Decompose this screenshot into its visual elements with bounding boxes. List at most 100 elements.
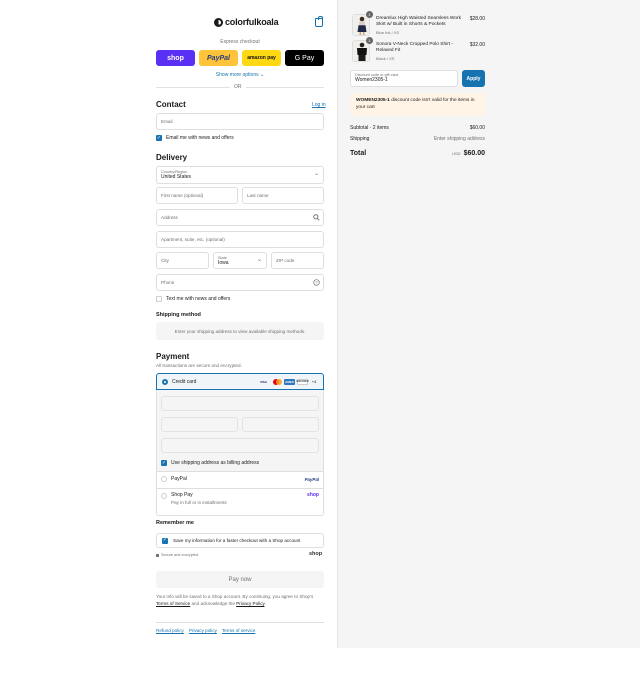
login-link[interactable]: Log in bbox=[312, 102, 326, 108]
shop-pay-option[interactable]: Shop Pay Pay in full or in installments … bbox=[161, 492, 319, 505]
subtotal-value: $60.00 bbox=[469, 125, 485, 131]
pay-now-button[interactable]: Pay now bbox=[156, 571, 324, 588]
billing-label: Use shipping address as billing address bbox=[171, 460, 260, 466]
total-value: $60.00 bbox=[463, 150, 485, 157]
or-label: OR bbox=[230, 84, 246, 90]
skirt-image bbox=[353, 15, 369, 35]
fine-print-text-2: and acknowledge the bbox=[191, 601, 235, 606]
shop-pay-sub: Pay in full or in installments bbox=[171, 500, 227, 505]
item-price: $28.00 bbox=[469, 16, 485, 22]
apply-button[interactable]: Apply bbox=[462, 70, 485, 87]
footer-links: Refund policy Privacy policy Terms of se… bbox=[156, 628, 255, 633]
secure-label: Secure and encrypted bbox=[161, 553, 199, 557]
email-field[interactable]: Email bbox=[156, 113, 324, 130]
svg-text:?: ? bbox=[315, 280, 318, 285]
credit-card-label: Credit card bbox=[172, 378, 197, 385]
billing-address-row[interactable]: ✓ Use shipping address as billing addres… bbox=[161, 460, 259, 466]
text-news-checkbox[interactable] bbox=[156, 296, 162, 302]
total-row: Total USD $60.00 bbox=[350, 150, 485, 157]
shop-pay-label: Shop Pay bbox=[171, 492, 193, 498]
refund-policy-link[interactable]: Refund policy bbox=[156, 628, 184, 633]
credit-card-option[interactable]: Credit card VISA AMEX DISCOVER +4 bbox=[156, 373, 324, 390]
first-name-field[interactable]: First name (optional) bbox=[156, 187, 238, 204]
chevron-down-icon: ⌄ bbox=[314, 171, 320, 177]
divider bbox=[157, 471, 323, 472]
secure-row: Secure and encrypted bbox=[156, 553, 198, 557]
shop-pay-radio[interactable] bbox=[161, 493, 167, 499]
quantity-badge: 1 bbox=[366, 11, 373, 18]
text-news-row[interactable]: Text me with news and offers bbox=[156, 296, 230, 302]
privacy-link[interactable]: Privacy Policy bbox=[236, 601, 264, 606]
card-fields-area bbox=[157, 390, 323, 471]
save-info-label: Save my information for a faster checkou… bbox=[173, 538, 301, 543]
item-variant: Blue Ink / XS bbox=[376, 30, 400, 35]
privacy-policy-link[interactable]: Privacy policy bbox=[189, 628, 217, 633]
brand-name: colorfulkoala bbox=[225, 17, 279, 27]
paypal-option[interactable]: PayPal PayPal bbox=[161, 476, 319, 482]
fine-print: Your info will be saved to a Shop accoun… bbox=[156, 593, 324, 607]
shop-pay-logo: shop bbox=[307, 492, 319, 498]
card-number-field[interactable] bbox=[161, 396, 319, 411]
terms-of-service-link[interactable]: Terms of service bbox=[222, 628, 255, 633]
delivery-heading: Delivery bbox=[156, 153, 188, 162]
country-value: United States bbox=[161, 174, 192, 180]
currency-label: USD bbox=[452, 151, 461, 156]
city-field[interactable]: City bbox=[156, 252, 209, 269]
discount-code-value: Women2305-1 bbox=[355, 77, 388, 83]
shipping-placeholder: Enter your shipping address to view avai… bbox=[156, 322, 324, 340]
email-news-row[interactable]: ✓ Email me with news and offers bbox=[156, 135, 234, 141]
shipping-value: Enter shipping address bbox=[433, 136, 485, 142]
payment-subtitle: All transactions are secure and encrypte… bbox=[156, 363, 242, 368]
save-info-checkbox[interactable]: ✓ bbox=[162, 537, 168, 544]
shop-logo: shop bbox=[309, 551, 323, 557]
phone-field[interactable]: Phone bbox=[156, 274, 324, 291]
fine-print-end: . bbox=[264, 601, 266, 606]
country-select[interactable]: Country/Region United States bbox=[156, 166, 324, 184]
polo-image bbox=[353, 41, 369, 61]
checkout-main: colorfulkoala Express checkout shop PayP… bbox=[0, 0, 337, 648]
search-icon bbox=[313, 214, 320, 221]
contact-heading: Contact bbox=[156, 100, 186, 109]
save-info-row[interactable]: ✓ Save my information for a faster check… bbox=[156, 533, 324, 548]
shipping-label: Shipping bbox=[350, 136, 370, 142]
email-news-checkbox[interactable]: ✓ bbox=[156, 135, 162, 141]
discount-code-field[interactable]: Discount code or gift card Women2305-1 bbox=[350, 70, 458, 87]
address-field[interactable]: Address bbox=[156, 209, 324, 226]
lock-icon bbox=[156, 553, 159, 557]
discover-icon: DISCOVER bbox=[296, 378, 309, 385]
paypal-button[interactable]: PayPal bbox=[199, 50, 238, 66]
help-icon[interactable]: ? bbox=[313, 279, 320, 286]
google-pay-button[interactable]: G Pay bbox=[285, 50, 324, 66]
item-name: Dreamlux High Waisted Seamless Work Skir… bbox=[376, 16, 462, 27]
show-more-options-link[interactable]: Show more options ⌄ bbox=[156, 72, 324, 78]
name-on-card-field[interactable] bbox=[161, 438, 319, 453]
paypal-radio[interactable] bbox=[161, 476, 167, 482]
mastercard-icon bbox=[271, 378, 282, 385]
divider bbox=[157, 488, 323, 489]
payment-heading: Payment bbox=[156, 352, 190, 361]
footer-divider bbox=[156, 622, 324, 623]
expiry-field[interactable] bbox=[161, 417, 238, 432]
amazon-pay-button[interactable]: amazon pay bbox=[242, 50, 281, 66]
last-name-field[interactable]: Last name bbox=[242, 187, 324, 204]
zip-field[interactable]: ZIP code bbox=[271, 252, 324, 269]
visa-icon: VISA bbox=[259, 379, 267, 384]
terms-link[interactable]: Terms of Service bbox=[156, 601, 190, 606]
brand-logo[interactable]: colorfulkoala bbox=[214, 17, 279, 27]
shop-pay-button[interactable]: shop bbox=[156, 50, 195, 66]
more-cards-badge: +4 bbox=[311, 379, 317, 384]
amex-icon: AMEX bbox=[284, 378, 295, 385]
text-news-label: Text me with news and offers bbox=[166, 296, 231, 302]
apartment-field[interactable]: Apartment, suite, etc. (optional) bbox=[156, 231, 324, 248]
remember-me-heading: Remember me bbox=[156, 520, 194, 526]
shipping-row: Shipping Enter shipping address bbox=[350, 136, 485, 142]
cart-bag-icon[interactable] bbox=[315, 16, 323, 27]
quantity-badge: 1 bbox=[366, 37, 373, 44]
credit-card-radio[interactable] bbox=[162, 378, 168, 385]
shipping-method-heading: Shipping method bbox=[156, 312, 201, 318]
fine-print-text: Your info will be saved to a Shop accoun… bbox=[156, 594, 314, 599]
chevron-down-icon: ⌄ bbox=[257, 257, 263, 263]
billing-checkbox[interactable]: ✓ bbox=[161, 460, 167, 466]
security-code-field[interactable] bbox=[242, 417, 319, 432]
paypal-logo: PayPal bbox=[304, 476, 319, 482]
